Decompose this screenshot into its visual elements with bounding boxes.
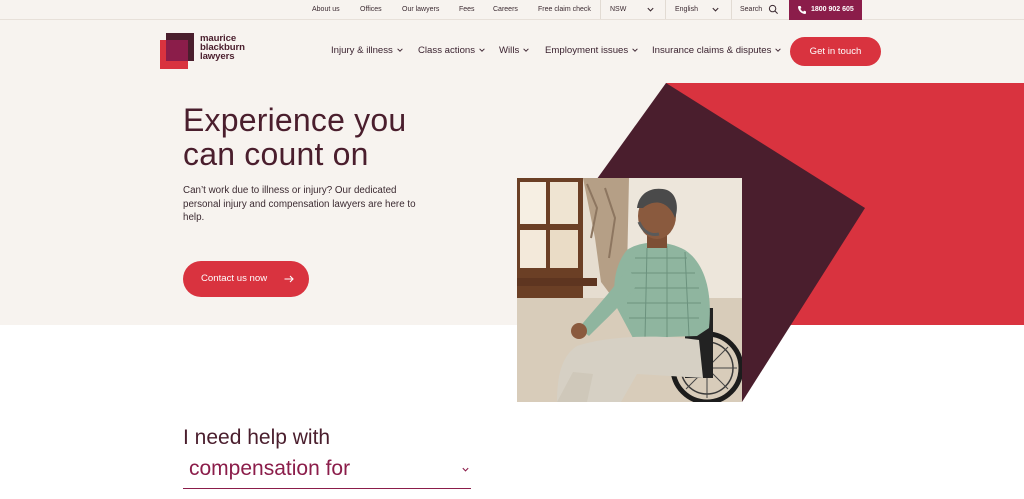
chevron-down-icon xyxy=(397,48,403,53)
util-link-offices[interactable]: Offices xyxy=(360,0,382,19)
phone-icon xyxy=(798,6,806,14)
language-selector[interactable]: English xyxy=(675,0,698,19)
chevron-down-icon[interactable] xyxy=(646,5,655,14)
chevron-down-icon xyxy=(462,467,469,472)
nav-item-class-actions[interactable]: Class actions xyxy=(418,43,486,59)
chevron-down-icon xyxy=(479,48,485,53)
util-link-about-us[interactable]: About us xyxy=(312,0,340,19)
phone-number: 1800 902 605 xyxy=(811,6,854,13)
phone-button[interactable]: 1800 902 605 xyxy=(789,0,862,20)
hero-description: Can’t work due to illness or injury? Our… xyxy=(183,185,416,224)
help-topic-select[interactable]: compensation for xyxy=(183,455,471,489)
chevron-down-icon[interactable] xyxy=(711,5,720,14)
nav-item-injury-illness[interactable]: Injury & illness xyxy=(331,43,404,59)
logo-wordmark: maurice blackburn lawyers xyxy=(200,34,245,62)
help-heading: I need help with xyxy=(183,426,331,449)
util-link-careers[interactable]: Careers xyxy=(493,0,518,19)
chevron-down-icon xyxy=(523,48,529,53)
utility-bar: About us Offices Our lawyers Fees Career… xyxy=(0,0,1024,20)
nav-item-label: Injury & illness xyxy=(331,45,393,56)
util-link-free-claim-check[interactable]: Free claim check xyxy=(538,0,591,19)
site-logo[interactable]: maurice blackburn lawyers xyxy=(160,33,260,69)
contact-us-button[interactable]: Contact us now xyxy=(183,261,309,297)
chevron-down-icon xyxy=(775,48,782,53)
nav-item-insurance-claims[interactable]: Insurance claims & disputes xyxy=(652,43,782,59)
logo-mark-icon xyxy=(160,33,194,69)
nav-item-label: Employment issues xyxy=(545,45,629,56)
chevron-down-icon xyxy=(632,48,638,53)
help-topic-selected-value: compensation for xyxy=(189,457,351,480)
nav-item-employment-issues[interactable]: Employment issues xyxy=(545,43,639,59)
hero-title-line: can count on xyxy=(183,136,369,172)
nav-item-wills[interactable]: Wills xyxy=(499,43,530,59)
logo-line: lawyers xyxy=(200,51,235,63)
divider xyxy=(665,0,666,19)
contact-us-label: Contact us now xyxy=(201,273,268,284)
util-link-fees[interactable]: Fees xyxy=(459,0,475,19)
divider xyxy=(600,0,601,19)
nav-item-label: Wills xyxy=(499,45,520,56)
hero-photo-man-in-wheelchair xyxy=(517,178,742,402)
nav-item-label: Class actions xyxy=(418,45,476,56)
hero-title: Experience you can count on xyxy=(183,103,503,171)
hero-title-line: Experience you xyxy=(183,102,407,138)
arrow-right-icon xyxy=(284,275,294,283)
util-link-our-lawyers[interactable]: Our lawyers xyxy=(402,0,439,19)
nav-item-label: Insurance claims & disputes xyxy=(652,45,772,56)
get-in-touch-button[interactable]: Get in touch xyxy=(790,37,881,66)
search-icon[interactable] xyxy=(768,4,779,15)
search-link[interactable]: Search xyxy=(740,0,762,19)
state-selector[interactable]: NSW xyxy=(610,0,626,19)
divider xyxy=(731,0,732,19)
hero-decorative-shapes xyxy=(517,83,1024,402)
